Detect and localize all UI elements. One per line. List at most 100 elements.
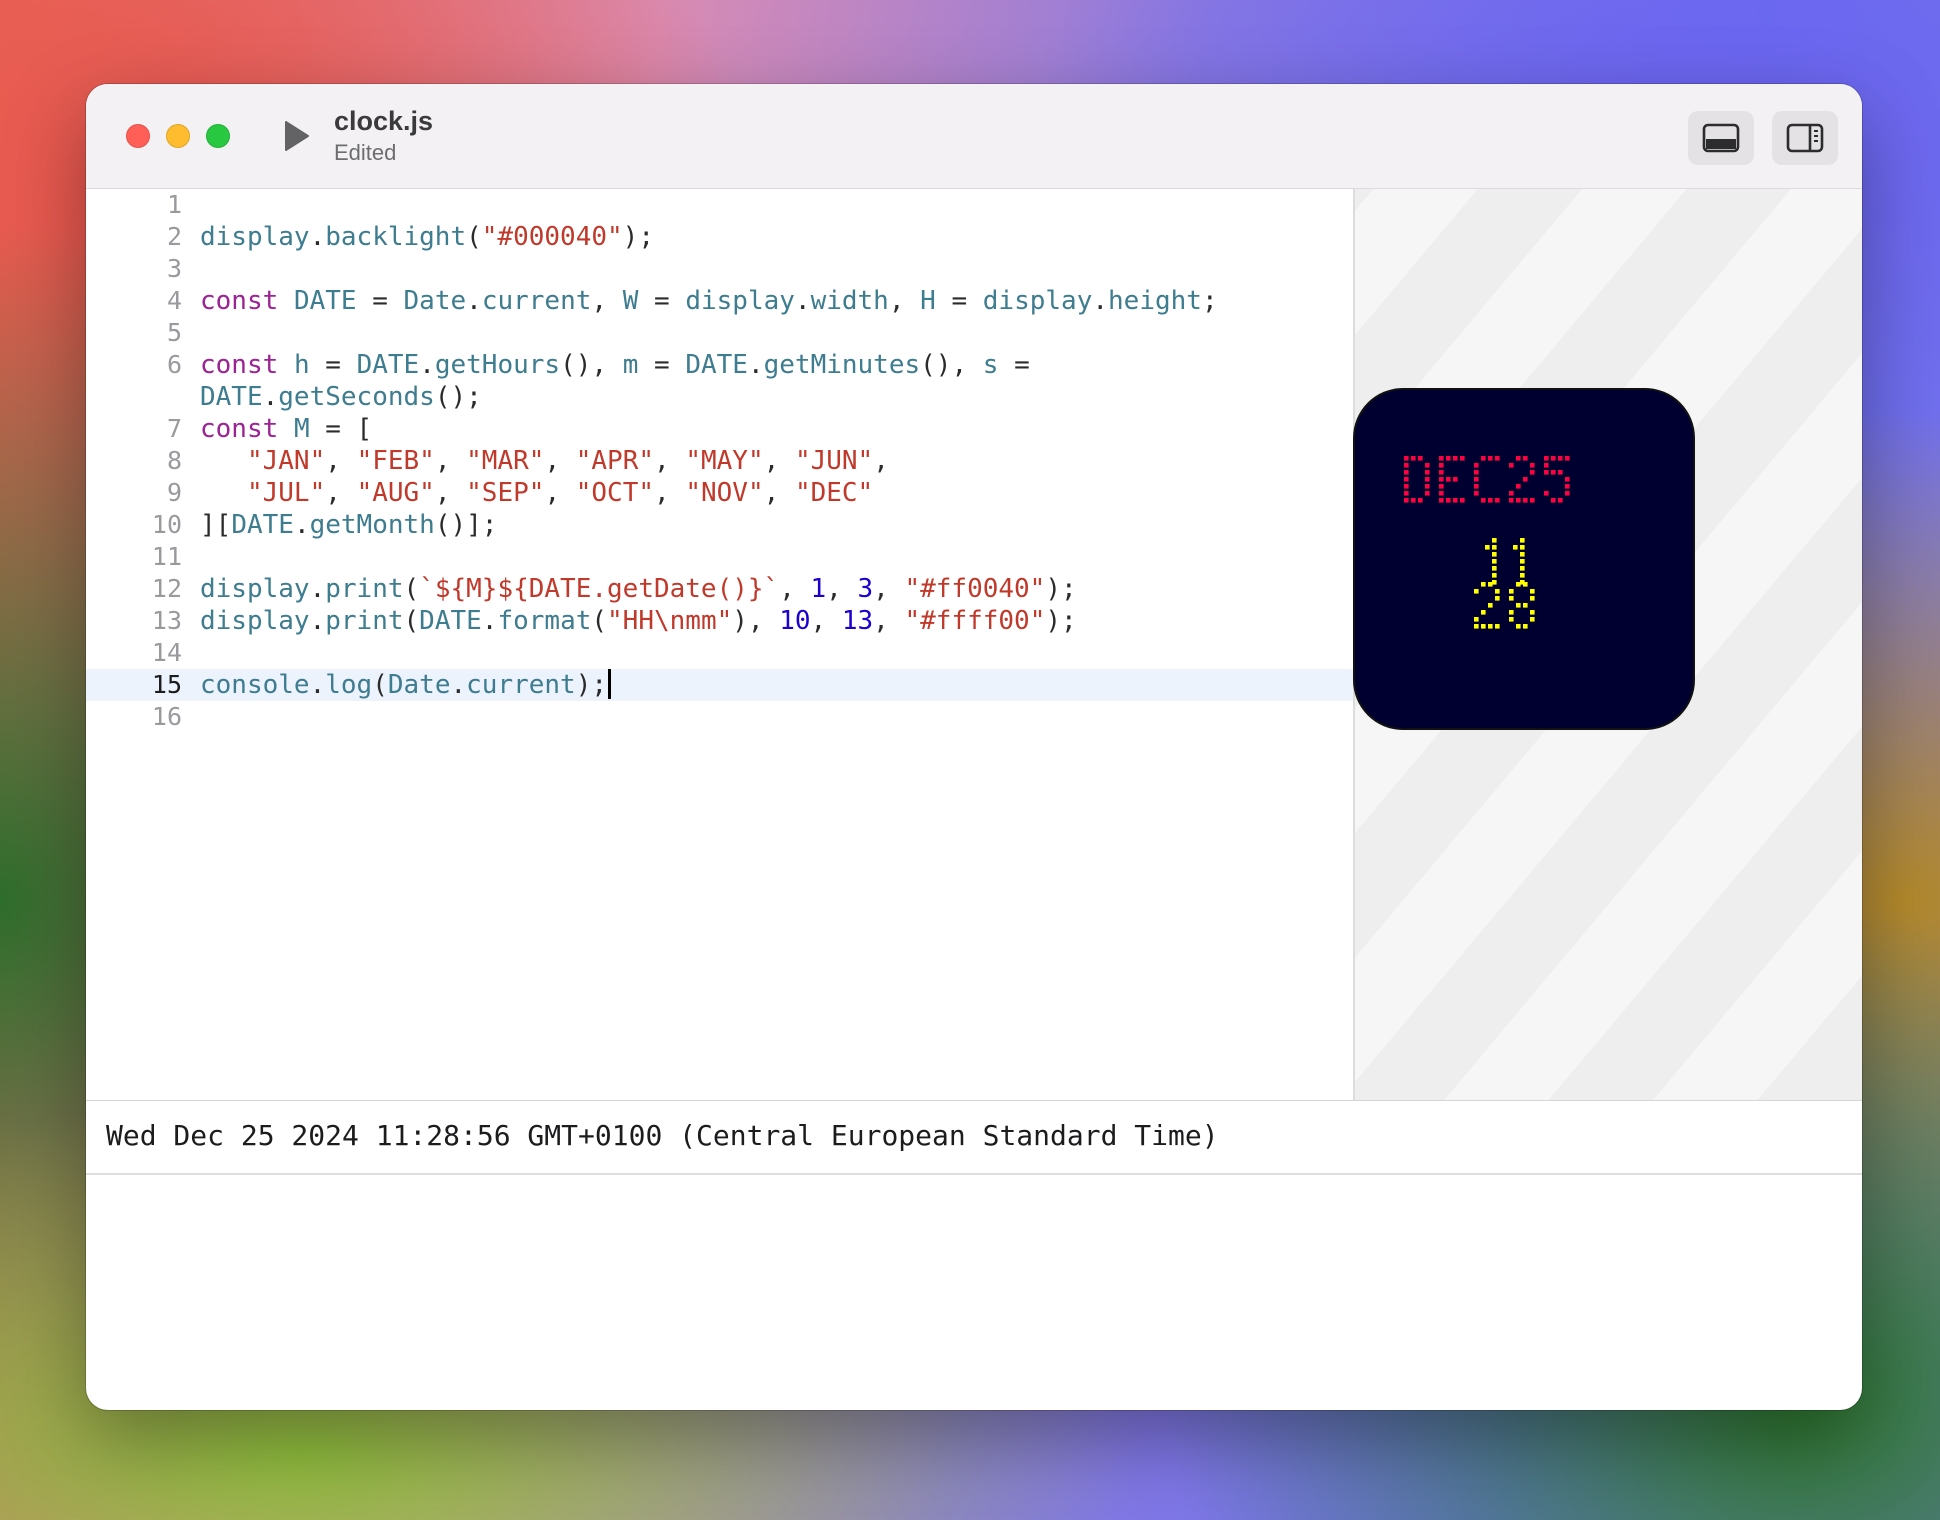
line-number: 9 <box>166 478 182 507</box>
line-number: 4 <box>166 286 182 315</box>
sidebar-right-icon <box>1786 123 1824 153</box>
led-pixel <box>1558 456 1563 461</box>
line-number: 12 <box>151 574 182 603</box>
led-pixel <box>1488 603 1493 608</box>
code-line[interactable]: 7 const M = [ <box>86 413 1353 445</box>
code-line[interactable]: 11 <box>86 541 1353 573</box>
zoom-window-button[interactable] <box>206 124 230 148</box>
led-pixel <box>1439 463 1444 468</box>
line-number: 10 <box>151 510 182 539</box>
led-pixel <box>1495 498 1500 503</box>
toggle-console-button[interactable] <box>1688 111 1754 165</box>
led-pixel <box>1404 484 1409 489</box>
console-output: Wed Dec 25 2024 11:28:56 GMT+0100 (Centr… <box>86 1101 1862 1175</box>
led-pixel <box>1446 456 1451 461</box>
led-pixel <box>1418 456 1423 461</box>
code-line[interactable]: DATE.getSeconds(); <box>86 381 1353 413</box>
led-pixel <box>1492 538 1497 543</box>
led-pixel <box>1439 477 1444 482</box>
led-pixel <box>1425 491 1430 496</box>
led-pixel <box>1495 589 1500 594</box>
led-pixel <box>1481 582 1486 587</box>
toggle-preview-button[interactable] <box>1772 111 1838 165</box>
led-matrix <box>1404 456 1570 629</box>
led-pixel <box>1544 456 1549 461</box>
led-pixel <box>1551 456 1556 461</box>
led-pixel <box>1481 624 1486 629</box>
run-button[interactable] <box>276 116 316 156</box>
led-pixel <box>1565 477 1570 482</box>
led-pixel <box>1516 624 1521 629</box>
code-line[interactable]: 4 const DATE = Date.current, W = display.… <box>86 285 1353 317</box>
led-pixel <box>1544 491 1549 496</box>
led-pixel <box>1488 498 1493 503</box>
code-line[interactable]: 15 console.log(Date.current); <box>86 669 1353 701</box>
led-pixel <box>1516 484 1521 489</box>
led-pixel <box>1523 477 1528 482</box>
led-pixel <box>1530 498 1535 503</box>
led-pixel <box>1474 617 1479 622</box>
code-line[interactable]: 6 const h = DATE.getHours(), m = DATE.get… <box>86 349 1353 381</box>
led-pixel <box>1425 470 1430 475</box>
led-pixel <box>1520 559 1525 564</box>
led-pixel <box>1520 566 1525 571</box>
document-status: Edited <box>334 140 397 165</box>
close-window-button[interactable] <box>126 124 150 148</box>
led-pixel <box>1495 596 1500 601</box>
led-pixel <box>1523 498 1528 503</box>
code-line[interactable]: 3 <box>86 253 1353 285</box>
led-pixel <box>1516 603 1521 608</box>
led-pixel <box>1530 470 1535 475</box>
led-pixel <box>1488 624 1493 629</box>
code-text: "JUL", "AUG", "SEP", "OCT", "NOV", "DEC" <box>246 478 874 508</box>
led-pixel <box>1418 498 1423 503</box>
led-pixel <box>1439 491 1444 496</box>
led-pixel <box>1520 552 1525 557</box>
code-line[interactable]: 2 display.backlight("#000040"); <box>86 221 1353 253</box>
led-pixel <box>1439 456 1444 461</box>
led-pixel <box>1460 456 1465 461</box>
led-pixel <box>1446 498 1451 503</box>
led-pixel <box>1439 470 1444 475</box>
led-pixel <box>1474 491 1479 496</box>
led-pixel <box>1453 498 1458 503</box>
led-pixel <box>1565 491 1570 496</box>
code-text: ][DATE.getMonth()]; <box>200 510 498 540</box>
code-line[interactable]: 1 <box>86 189 1353 221</box>
code-line[interactable]: 8 "JAN", "FEB", "MAR", "APR", "MAY", "JU… <box>86 445 1353 477</box>
line-number: 8 <box>166 446 182 475</box>
led-pixel <box>1520 538 1525 543</box>
line-number: 15 <box>151 670 182 699</box>
led-pixel <box>1474 484 1479 489</box>
code-line[interactable]: 9 "JUL", "AUG", "SEP", "OCT", "NOV", "DE… <box>86 477 1353 509</box>
led-pixel <box>1492 545 1497 550</box>
code-line[interactable]: 13 display.print(DATE.format("HH\nmm"), 1… <box>86 605 1353 637</box>
led-pixel <box>1513 545 1518 550</box>
led-pixel <box>1544 463 1549 468</box>
code-editor[interactable]: 1 2 display.backlight("#000040"); 3 4 const D… <box>86 189 1353 1100</box>
code-line[interactable]: 5 <box>86 317 1353 349</box>
code-line[interactable]: 14 <box>86 637 1353 669</box>
code-line[interactable]: 10 ][DATE.getMonth()]; <box>86 509 1353 541</box>
document-title: clock.js <box>334 106 434 136</box>
led-pixel <box>1492 559 1497 564</box>
led-pixel <box>1481 456 1486 461</box>
line-number: 6 <box>166 350 182 379</box>
led-pixel <box>1488 456 1493 461</box>
led-pixel <box>1474 477 1479 482</box>
led-pixel <box>1404 491 1409 496</box>
code-line[interactable]: 12 display.print(`${M}${DATE.getDate()}`,… <box>86 573 1353 605</box>
console-log-line: Wed Dec 25 2024 11:28:56 GMT+0100 (Centr… <box>106 1119 1219 1152</box>
led-pixel <box>1404 456 1409 461</box>
line-number: 11 <box>151 542 182 571</box>
led-display <box>1355 390 1693 728</box>
line-number: 3 <box>166 254 182 283</box>
led-pixel <box>1474 470 1479 475</box>
minimize-window-button[interactable] <box>166 124 190 148</box>
led-pixel <box>1530 617 1535 622</box>
code-text: const DATE = Date.current, W = display.w… <box>200 286 1218 316</box>
led-pixel <box>1411 456 1416 461</box>
led-pixel <box>1530 589 1535 594</box>
code-line[interactable]: 16 <box>86 701 1353 733</box>
line-number: 5 <box>166 318 182 347</box>
